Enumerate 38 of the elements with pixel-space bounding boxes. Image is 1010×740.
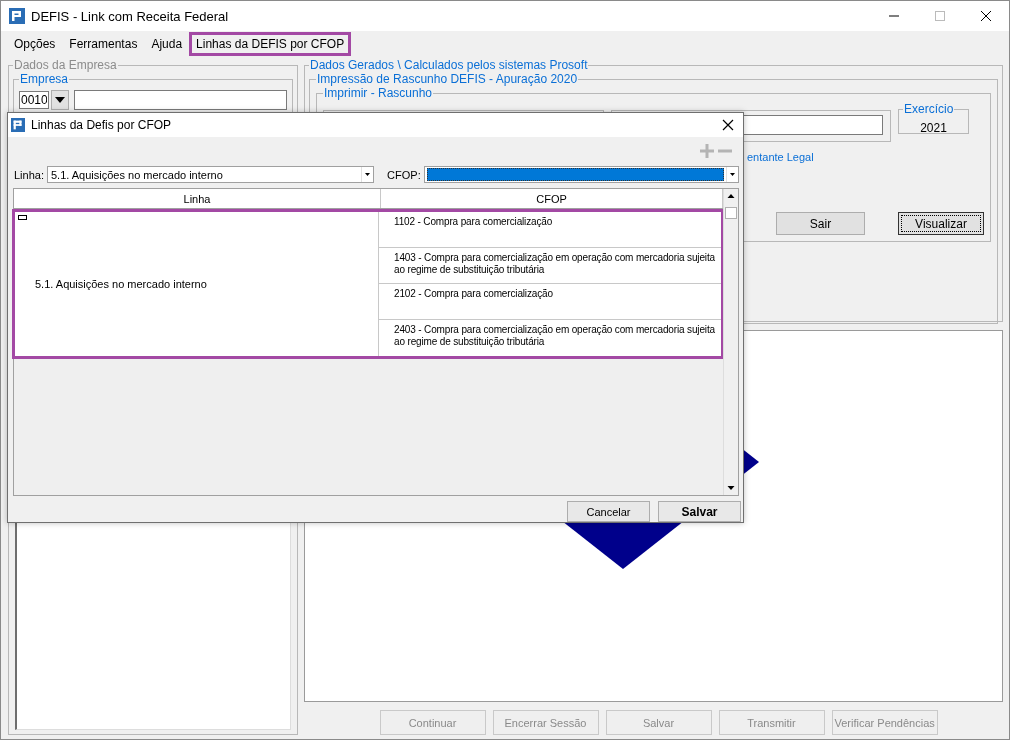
link[interactable]: entante Legal (747, 151, 814, 163)
group-title: Impressão de Rascunho DEFIS - Apuração 2020 (316, 72, 579, 86)
table-cell-text: 2403 - Compra para comercialização em operação com mercadoria sujeita ao regime de substituição tributária (393, 323, 716, 349)
code-field[interactable]: 0010 (19, 91, 49, 109)
scroll-thumb[interactable] (725, 207, 737, 219)
cell-text: 5.1. Aquisições no mercado interno (35, 278, 207, 290)
field-label: CFOP: (387, 168, 421, 181)
menu-item[interactable]: Opções (7, 31, 63, 56)
group-title: Dados da Empresa (13, 58, 118, 72)
window-title: DEFIS - Link com Receita Federal (31, 8, 230, 24)
table-cell: 1102 - Compra para comercialização (379, 212, 721, 248)
button[interactable]: Visualizar (898, 212, 984, 235)
dropdown-field[interactable] (423, 166, 739, 183)
name-field[interactable] (74, 90, 287, 110)
group-title: Exercício (903, 102, 955, 116)
button[interactable]: Sair (776, 212, 865, 235)
button[interactable]: Cancelar (567, 501, 650, 522)
button[interactable]: Salvar (658, 501, 741, 522)
dialog-title: Linhas da Defis por CFOP (31, 118, 173, 132)
caret-icon (726, 167, 738, 182)
caret-icon (55, 97, 65, 103)
menu-item[interactable]: Ajuda (144, 31, 190, 56)
table-cell: 1403 - Compra para comercialização em operação com mercadoria sujeita ao regime de substituição tributária (379, 248, 721, 284)
table-cell: 2102 - Compra para comercialização (379, 284, 721, 320)
column-header[interactable]: Linha (14, 189, 381, 208)
app-icon (9, 8, 25, 24)
menu-item[interactable]: Ferramentas (62, 31, 145, 56)
group-title: Empresa (19, 72, 70, 86)
field-label: Linha: (14, 168, 44, 181)
group-title: Imprimir - Rascunho (323, 86, 434, 100)
collapse-icon[interactable] (18, 215, 27, 220)
menu-item[interactable]: Linhas da DEFIS por CFOP (189, 31, 352, 56)
dropdown-field[interactable]: 5.1. Aquisições no mercado interno (47, 166, 375, 183)
app-icon (11, 118, 25, 132)
scrollbar[interactable] (723, 189, 738, 495)
group-title: Dados Gerados \ Calculados pelos sistemas Prosoft (309, 58, 589, 72)
dropdown-button[interactable] (51, 90, 69, 110)
year-value: 2021 (919, 121, 948, 135)
